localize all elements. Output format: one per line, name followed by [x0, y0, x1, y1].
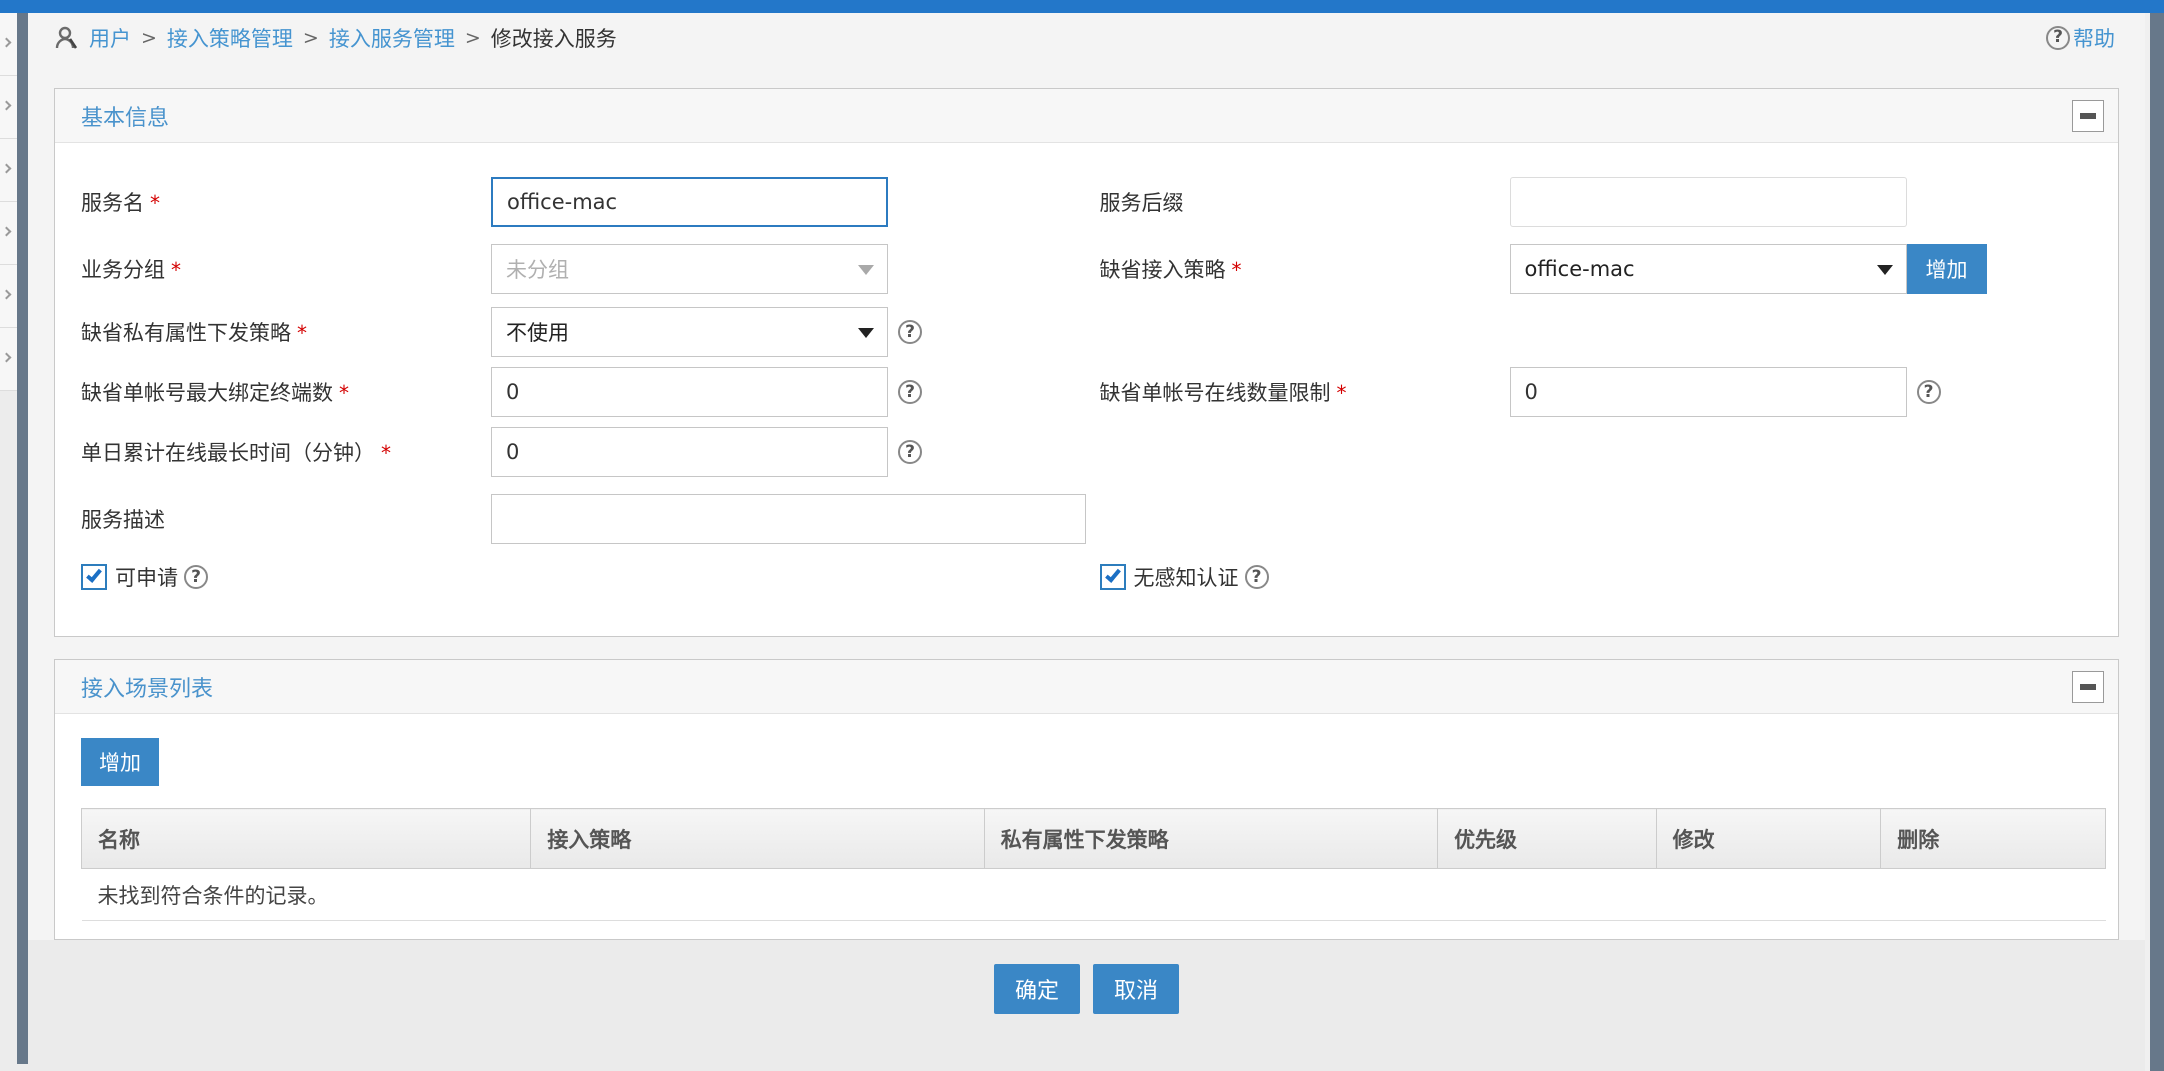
online-limit-label: 缺省单帐号在线数量限制 * [1099, 381, 1347, 405]
cancel-button[interactable]: 取消 [1093, 964, 1179, 1014]
basic-info-title: 基本信息 [81, 105, 170, 131]
mac-fast-auth-label: 无感知认证 [1133, 566, 1239, 590]
service-suffix-label: 服务后缀 [1099, 191, 1184, 215]
dropdown-arrow-icon [858, 328, 874, 338]
sidebar-expand-handle[interactable] [0, 328, 17, 391]
breadcrumb: 用户 > 接入策略管理 > 接入服务管理 > 修改接入服务 ? 帮助 [28, 13, 2145, 62]
content-area: 用户 > 接入策略管理 > 接入服务管理 > 修改接入服务 ? 帮助 基本信息 … [28, 13, 2145, 1071]
sidebar-expand-handle[interactable] [0, 76, 17, 139]
chevron-right-icon [1, 100, 12, 111]
access-scene-panel: 接入场景列表 增加 名称 接入策略 私有属性下发策略 优先级 修改 删除 未找到… [54, 659, 2119, 940]
required-asterisk: * [1231, 258, 1242, 282]
ok-button[interactable]: 确定 [994, 964, 1080, 1014]
breadcrumb-separator: > [141, 26, 157, 49]
chevron-right-icon [1, 352, 12, 363]
breadcrumb-link-access-policy-mgmt[interactable]: 接入策略管理 [167, 23, 293, 53]
service-group-label: 业务分组 * [81, 258, 181, 282]
user-icon [55, 26, 78, 49]
help-icon[interactable]: ? [184, 565, 208, 589]
help-icon[interactable]: ? [898, 380, 922, 404]
service-group-select: 未分组 [491, 244, 888, 294]
scene-table-header-row: 名称 接入策略 私有属性下发策略 优先级 修改 删除 [80, 808, 2106, 869]
breadcrumb-link-access-service-mgmt[interactable]: 接入服务管理 [329, 23, 455, 53]
column-header-priority: 优先级 [1437, 808, 1657, 869]
column-header-delete: 删除 [1880, 808, 2106, 869]
breadcrumb-link-users[interactable]: 用户 [89, 23, 131, 53]
service-suffix-input[interactable] [1509, 177, 1907, 227]
sidebar-expand-handle[interactable] [0, 13, 17, 76]
required-asterisk: * [297, 321, 307, 345]
service-desc-label: 服务描述 [81, 508, 165, 532]
chevron-right-icon [1, 289, 12, 300]
add-scene-button[interactable]: 增加 [81, 738, 159, 786]
breadcrumb-separator: > [464, 26, 481, 49]
help-icon[interactable]: ? [1916, 380, 1941, 404]
online-limit-input[interactable] [1509, 367, 1907, 417]
empty-row-text: 未找到符合条件的记录。 [81, 868, 2106, 921]
footer-action-bar: 确定 取消 [28, 940, 2145, 1071]
scrollbar-thumb[interactable] [2150, 13, 2164, 1071]
help-icon[interactable]: ? [898, 320, 922, 344]
required-asterisk: * [339, 381, 349, 405]
breadcrumb-current-page: 修改接入服务 [490, 26, 617, 51]
question-circle-icon: ? [2046, 25, 2070, 50]
sidebar-expand-handle[interactable] [0, 202, 17, 265]
add-access-policy-button[interactable]: 增加 [1906, 244, 1987, 294]
help-icon[interactable]: ? [1244, 565, 1269, 589]
help-button[interactable]: ? 帮助 [2046, 23, 2115, 53]
chevron-right-icon [1, 37, 12, 48]
required-asterisk: * [171, 258, 181, 282]
sidebar-expand-handle[interactable] [0, 139, 17, 202]
minus-icon [2080, 683, 2096, 690]
required-asterisk: * [1336, 381, 1347, 405]
can-apply-checkbox[interactable] [81, 564, 107, 590]
top-accent-bar [0, 0, 2164, 13]
minus-icon [2080, 112, 2096, 119]
dropdown-arrow-icon [858, 265, 874, 275]
empty-row: 未找到符合条件的记录。 [81, 868, 2106, 921]
private-attr-policy-label: 缺省私有属性下发策略 * [81, 321, 307, 345]
chevron-right-icon [1, 226, 12, 237]
daily-online-max-label: 单日累计在线最长时间（分钟） * [81, 441, 391, 465]
basic-info-form: 服务名* 服务后缀 业务分组* 未分组 缺省接入策略* office-mac 增… [55, 143, 2118, 636]
collapsed-sidebar[interactable] [0, 13, 17, 391]
service-desc-input[interactable] [491, 494, 1086, 544]
help-link-label: 帮助 [2073, 26, 2115, 51]
column-header-private-attr-policy: 私有属性下发策略 [983, 808, 1439, 869]
scene-table: 名称 接入策略 私有属性下发策略 优先级 修改 删除 未找到符合条件的记录。 [80, 808, 2106, 921]
access-scene-panel-header: 接入场景列表 [55, 660, 2118, 714]
daily-online-max-input[interactable] [491, 427, 888, 477]
dropdown-arrow-icon [1876, 265, 1893, 275]
checkmark-icon [86, 566, 102, 583]
basic-info-panel: 基本信息 服务名* 服务后缀 业务分组* 未分组 [54, 88, 2119, 637]
service-name-label: 服务名 * [81, 191, 160, 215]
breadcrumb-separator: > [302, 26, 319, 49]
help-icon[interactable]: ? [898, 440, 922, 464]
private-attr-policy-select[interactable]: 不使用 [491, 307, 888, 357]
column-header-name: 名称 [80, 808, 532, 869]
sidebar-splitter[interactable] [17, 13, 28, 1064]
required-asterisk: * [381, 441, 391, 465]
can-apply-label: 可申请 [115, 566, 178, 590]
collapse-button[interactable] [2072, 99, 2104, 132]
max-bind-terminals-label: 缺省单帐号最大绑定终端数 * [81, 381, 349, 405]
required-asterisk: * [150, 191, 160, 215]
checkmark-icon [1104, 566, 1121, 583]
max-bind-terminals-input[interactable] [491, 367, 888, 417]
mac-fast-auth-checkbox[interactable] [1099, 564, 1126, 590]
chevron-right-icon [1, 163, 12, 174]
default-access-policy-label: 缺省接入策略 * [1099, 258, 1242, 282]
access-scene-body: 增加 名称 接入策略 私有属性下发策略 优先级 修改 删除 未找到符合条件的记录… [55, 714, 2118, 939]
service-name-input[interactable] [491, 177, 888, 227]
column-header-modify: 修改 [1655, 808, 1882, 869]
default-access-policy-select[interactable]: office-mac [1509, 244, 1907, 294]
basic-info-panel-header: 基本信息 [55, 89, 2118, 143]
sidebar-expand-handle[interactable] [0, 265, 17, 328]
column-header-access-policy: 接入策略 [530, 808, 985, 869]
access-scene-title: 接入场景列表 [81, 676, 214, 702]
collapse-button[interactable] [2072, 670, 2104, 703]
